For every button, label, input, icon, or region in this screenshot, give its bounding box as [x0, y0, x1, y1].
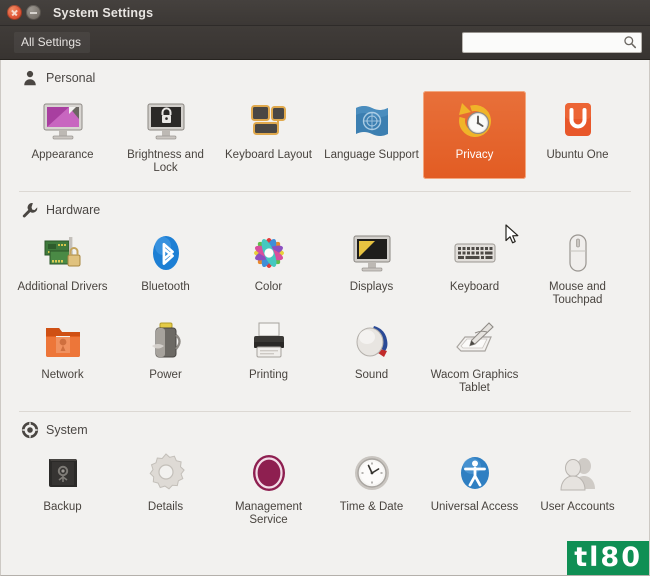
settings-item-label: Network: [41, 369, 84, 381]
settings-item-displays[interactable]: Displays: [320, 223, 423, 311]
settings-item-label: Bluetooth: [141, 281, 190, 293]
sound-icon: [356, 326, 387, 357]
grid-system: Backup Details Management Service Time &…: [11, 441, 639, 537]
settings-item-user-accounts[interactable]: User Accounts: [526, 443, 629, 531]
privacy-icon: [458, 103, 491, 137]
person-icon: [24, 70, 36, 86]
wrench-icon: [22, 203, 38, 218]
settings-content: Personal Appearance Brightness and Lock …: [0, 60, 650, 576]
color-icon: [253, 238, 284, 268]
watermark-text: tl80: [574, 542, 642, 573]
appearance-icon: [43, 103, 82, 140]
ubuntu-one-icon: [564, 103, 591, 136]
brightness-lock-icon: [147, 103, 184, 140]
grid-personal: Appearance Brightness and Lock Keyboard …: [11, 89, 639, 185]
watermark: tl80: [567, 541, 649, 575]
details-icon: [149, 453, 185, 490]
time-date-icon: [354, 456, 389, 490]
section-title: Personal: [46, 71, 96, 85]
settings-item-label: Mouse and Touchpad: [549, 281, 606, 306]
settings-item-universal-access[interactable]: Universal Access: [423, 443, 526, 531]
settings-item-label: Backup: [43, 501, 82, 513]
settings-item-label: Displays: [349, 281, 394, 293]
section-system: System Backup Details Management Service…: [1, 412, 649, 537]
settings-item-bluetooth[interactable]: Bluetooth: [114, 223, 217, 311]
settings-item-label: Printing: [249, 369, 288, 381]
settings-item-backup[interactable]: Backup: [11, 443, 114, 531]
settings-item-label: Keyboard Layout: [225, 149, 312, 161]
settings-item-keyboard-layout[interactable]: Keyboard Layout: [217, 91, 320, 179]
settings-item-label: Keyboard: [449, 281, 500, 293]
additional-drivers-icon: [44, 237, 80, 267]
search-input[interactable]: [462, 32, 642, 53]
settings-item-keyboard[interactable]: Keyboard: [423, 223, 526, 311]
settings-item-label: Power: [149, 369, 182, 381]
settings-item-label: Time & Date: [339, 501, 404, 513]
network-icon: [45, 328, 80, 357]
backup-icon: [48, 459, 77, 487]
section-hardware: Hardware Additional Drivers Bluetooth Co…: [1, 192, 649, 412]
printing-icon: [253, 322, 284, 358]
window-title: System Settings: [53, 5, 154, 20]
power-icon: [151, 322, 181, 358]
settings-item-label: Appearance: [31, 149, 94, 161]
settings-item-label: Universal Access: [430, 501, 519, 513]
settings-item-label: Color: [254, 281, 283, 293]
language-support-icon: [355, 106, 388, 136]
settings-item-sound[interactable]: Sound: [320, 311, 423, 399]
settings-item-label: User Accounts: [540, 501, 615, 513]
system-settings-window: System Settings All Settings Personal Ap…: [0, 0, 650, 576]
settings-item-label: Brightness and Lock: [127, 149, 204, 174]
section-header-system: System: [11, 412, 639, 441]
settings-item-printing[interactable]: Printing: [217, 311, 320, 399]
settings-item-label: Sound: [354, 369, 389, 381]
settings-item-power[interactable]: Power: [114, 311, 217, 399]
settings-item-label: Details: [147, 501, 184, 513]
minimize-icon[interactable]: [26, 5, 41, 20]
window-titlebar: System Settings: [0, 0, 650, 26]
settings-item-label: Wacom Graphics Tablet: [430, 369, 519, 394]
universal-access-icon: [460, 457, 489, 489]
settings-item-language-support[interactable]: Language Support: [320, 91, 423, 179]
keyboard-layout-icon: [250, 105, 286, 135]
close-icon[interactable]: [7, 5, 22, 20]
wacom-tablet-icon: [455, 322, 494, 352]
settings-item-color[interactable]: Color: [217, 223, 320, 311]
section-title: System: [46, 423, 88, 437]
settings-item-mouse-and-touchpad[interactable]: Mouse and Touchpad: [526, 223, 629, 311]
settings-item-label: Ubuntu One: [546, 149, 609, 161]
management-service-icon: [252, 455, 285, 491]
all-settings-button[interactable]: All Settings: [14, 32, 91, 53]
settings-item-wacom-graphics-tablet[interactable]: Wacom Graphics Tablet: [423, 311, 526, 399]
grid-hardware: Additional Drivers Bluetooth Color Displ…: [11, 221, 639, 405]
settings-item-time-and-date[interactable]: Time & Date: [320, 443, 423, 531]
settings-item-privacy[interactable]: Privacy: [423, 91, 526, 179]
toolbar: All Settings: [0, 26, 650, 60]
settings-item-label: Management Service: [234, 501, 303, 526]
settings-item-details[interactable]: Details: [114, 443, 217, 531]
settings-item-label: Language Support: [324, 149, 419, 161]
system-gear-icon: [21, 421, 39, 439]
settings-item-label: Additional Drivers: [17, 281, 108, 293]
section-header-personal: Personal: [11, 60, 639, 89]
settings-item-appearance[interactable]: Appearance: [11, 91, 114, 179]
settings-item-brightness-and-lock[interactable]: Brightness and Lock: [114, 91, 217, 179]
mouse-touchpad-icon: [568, 234, 587, 272]
section-title: Hardware: [46, 203, 101, 217]
settings-item-label: Privacy: [455, 149, 494, 161]
search-box[interactable]: [462, 32, 642, 53]
section-header-hardware: Hardware: [11, 192, 639, 221]
settings-item-management-service[interactable]: Management Service: [217, 443, 320, 531]
displays-icon: [353, 235, 390, 272]
keyboard-icon: [454, 243, 495, 263]
settings-item-network[interactable]: Network: [11, 311, 114, 399]
bluetooth-icon: [152, 236, 179, 270]
settings-item-additional-drivers[interactable]: Additional Drivers: [11, 223, 114, 311]
section-personal: Personal Appearance Brightness and Lock …: [1, 60, 649, 192]
settings-item-ubuntu-one[interactable]: Ubuntu One: [526, 91, 629, 179]
user-accounts-icon: [559, 458, 595, 491]
